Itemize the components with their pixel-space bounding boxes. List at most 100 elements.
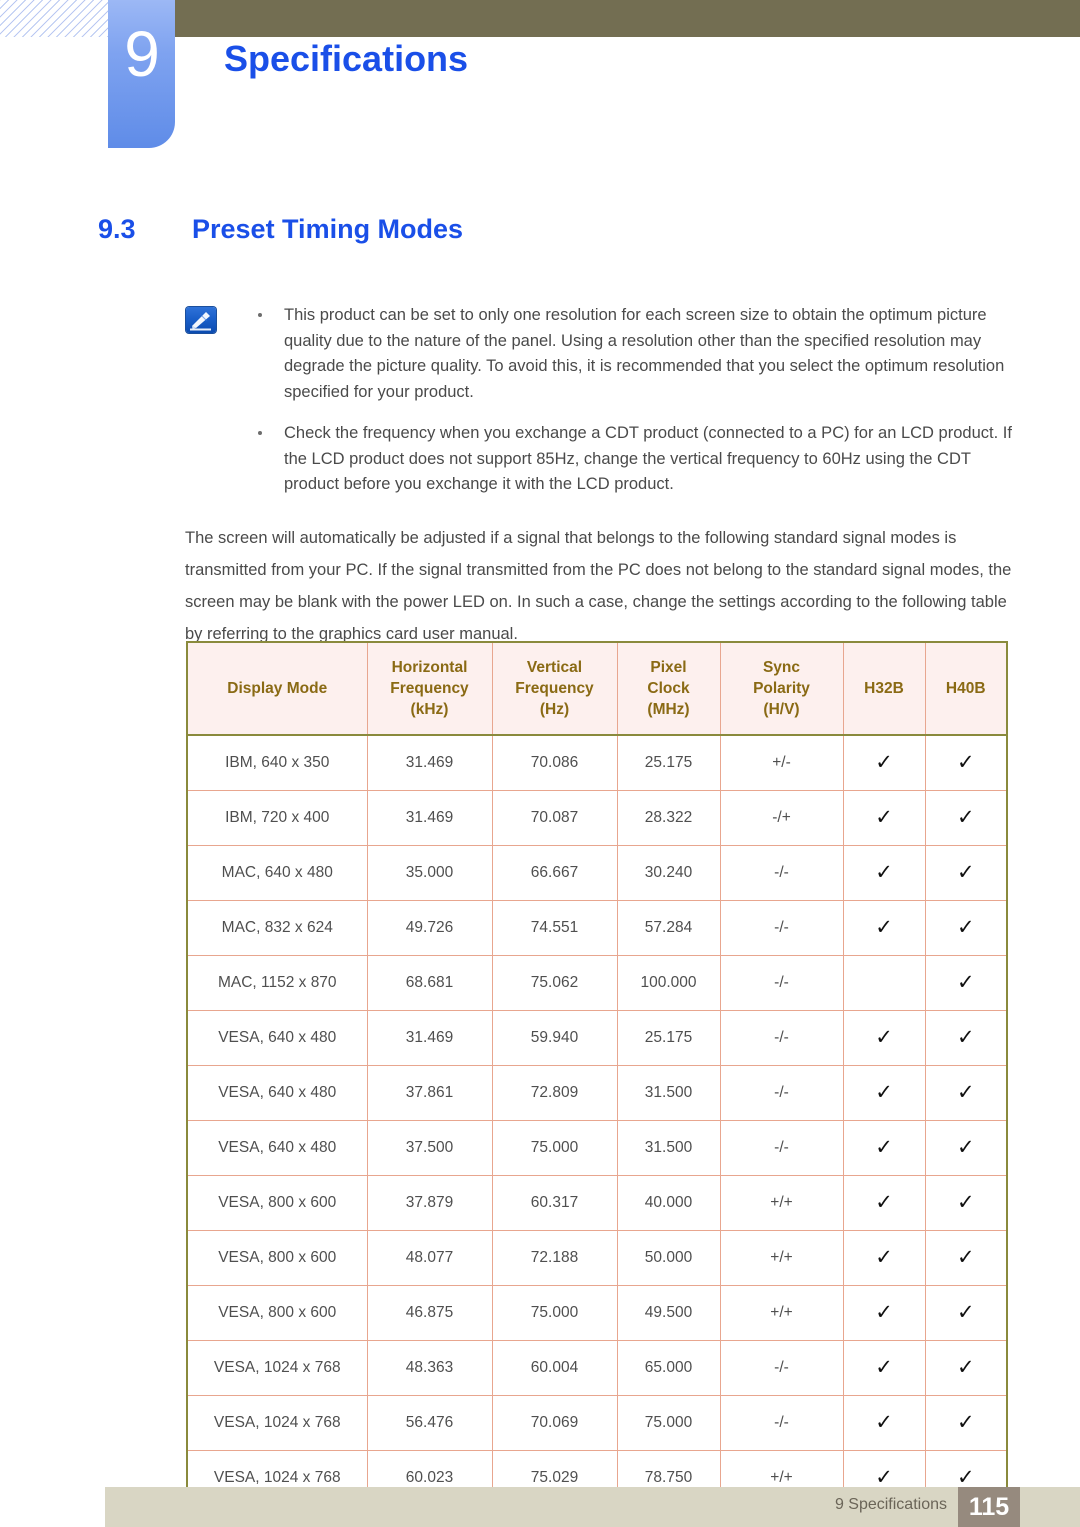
note-block: This product can be set to only one reso… — [186, 303, 1016, 514]
cell-sync-polarity: -/- — [719, 1065, 844, 1121]
table-header: Display Mode Horizontal Frequency (kHz) … — [186, 641, 1008, 736]
cell-h40b: ✓ — [924, 955, 1008, 1011]
cell-h32b: ✓ — [842, 1175, 926, 1231]
cell-h32b: ✓ — [842, 790, 926, 846]
check-icon: ✓ — [956, 1466, 975, 1489]
cell-pixel-clock: 49.500 — [616, 1285, 721, 1341]
table-header-row: Display Mode Horizontal Frequency (kHz) … — [186, 641, 1008, 736]
cell-h32b: ✓ — [842, 1010, 926, 1066]
cell-display-mode: VESA, 800 x 600 — [186, 1230, 368, 1286]
cell-h40b: ✓ — [924, 734, 1008, 791]
check-icon: ✓ — [875, 1191, 893, 1214]
cell-h32b — [842, 955, 926, 1011]
cell-horizontal-frequency: 46.875 — [366, 1285, 493, 1341]
intro-paragraph: The screen will automatically be adjuste… — [185, 528, 1012, 643]
check-icon: ✓ — [956, 1081, 975, 1104]
cell-sync-polarity: -/- — [719, 1010, 844, 1066]
check-icon: ✓ — [956, 806, 975, 829]
cell-display-mode: VESA, 800 x 600 — [186, 1175, 368, 1231]
cell-vertical-frequency: 59.940 — [491, 1010, 618, 1066]
cell-h40b: ✓ — [924, 1230, 1008, 1286]
cell-h32b: ✓ — [842, 1230, 926, 1286]
check-icon: ✓ — [875, 1246, 893, 1269]
header-olive-bar — [175, 0, 1080, 37]
cell-h40b: ✓ — [924, 900, 1008, 956]
section-heading: 9.3 Preset Timing Modes — [98, 214, 463, 245]
cell-h40b: ✓ — [924, 845, 1008, 901]
cell-h40b: ✓ — [924, 1340, 1008, 1396]
cell-horizontal-frequency: 37.500 — [366, 1120, 493, 1176]
cell-h32b: ✓ — [842, 1285, 926, 1341]
check-icon: ✓ — [956, 861, 975, 884]
cell-display-mode: VESA, 640 x 480 — [186, 1010, 368, 1066]
check-icon: ✓ — [875, 916, 893, 939]
check-icon: ✓ — [956, 1136, 975, 1159]
cell-pixel-clock: 40.000 — [616, 1175, 721, 1231]
cell-vertical-frequency: 60.004 — [491, 1340, 618, 1396]
section-title: Preset Timing Modes — [192, 214, 464, 244]
cell-vertical-frequency: 70.086 — [491, 734, 618, 791]
chapter-tab: 9 — [108, 0, 175, 148]
cell-horizontal-frequency: 35.000 — [366, 845, 493, 901]
cell-sync-polarity: -/- — [719, 900, 844, 956]
preset-timing-modes-table: Display Mode Horizontal Frequency (kHz) … — [186, 641, 1008, 1507]
cell-pixel-clock: 31.500 — [616, 1065, 721, 1121]
check-icon: ✓ — [956, 971, 975, 994]
check-icon: ✓ — [956, 916, 975, 939]
cell-vertical-frequency: 60.317 — [491, 1175, 618, 1231]
cell-horizontal-frequency: 48.363 — [366, 1340, 493, 1396]
cell-sync-polarity: +/+ — [719, 1175, 844, 1231]
cell-vertical-frequency: 66.667 — [491, 845, 618, 901]
bullet-dot — [258, 313, 262, 317]
col-header-pixel-clock: Pixel Clock (MHz) — [616, 641, 721, 736]
table-row: VESA, 800 x 600 48.077 72.188 50.000 +/+ ✓ ✓ — [186, 1230, 1008, 1286]
check-icon: ✓ — [956, 1411, 975, 1434]
col-header-h40b: H40B — [924, 641, 1008, 736]
col-header-horizontal-frequency: Horizontal Frequency (kHz) — [366, 641, 493, 736]
note-item: Check the frequency when you exchange a … — [186, 421, 1016, 498]
cell-pixel-clock: 30.240 — [616, 845, 721, 901]
cell-horizontal-frequency: 49.726 — [366, 900, 493, 956]
cell-display-mode: VESA, 640 x 480 — [186, 1065, 368, 1121]
section-number: 9.3 — [98, 214, 136, 244]
cell-vertical-frequency: 75.000 — [491, 1120, 618, 1176]
footer-page-number: 115 — [958, 1487, 1020, 1527]
cell-pixel-clock: 65.000 — [616, 1340, 721, 1396]
cell-vertical-frequency: 70.087 — [491, 790, 618, 846]
col-header-sync-polarity: Sync Polarity (H/V) — [719, 641, 844, 736]
check-icon: ✓ — [875, 1081, 893, 1104]
footer-chapter-label: 9 Specifications — [834, 1496, 947, 1513]
cell-vertical-frequency: 75.062 — [491, 955, 618, 1011]
cell-display-mode: MAC, 832 x 624 — [186, 900, 368, 956]
cell-display-mode: VESA, 800 x 600 — [186, 1285, 368, 1341]
check-icon: ✓ — [875, 861, 893, 884]
table-row: VESA, 640 x 480 37.500 75.000 31.500 -/- ✓ ✓ — [186, 1120, 1008, 1176]
cell-vertical-frequency: 70.069 — [491, 1395, 618, 1451]
cell-display-mode: VESA, 1024 x 768 — [186, 1395, 368, 1451]
cell-h32b: ✓ — [842, 734, 926, 791]
check-icon: ✓ — [875, 1026, 893, 1049]
cell-h40b: ✓ — [924, 1285, 1008, 1341]
note-list: This product can be set to only one reso… — [186, 303, 1016, 498]
check-icon: ✓ — [956, 1356, 975, 1379]
check-icon: ✓ — [956, 751, 975, 774]
cell-h32b: ✓ — [842, 1395, 926, 1451]
cell-horizontal-frequency: 37.879 — [366, 1175, 493, 1231]
cell-h32b: ✓ — [842, 1065, 926, 1121]
cell-h40b: ✓ — [924, 1065, 1008, 1121]
table-row: VESA, 640 x 480 37.861 72.809 31.500 -/- ✓ ✓ — [186, 1065, 1008, 1121]
cell-vertical-frequency: 74.551 — [491, 900, 618, 956]
cell-horizontal-frequency: 37.861 — [366, 1065, 493, 1121]
cell-sync-polarity: -/- — [719, 1340, 844, 1396]
note-item-text: Check the frequency when you exchange a … — [284, 424, 1012, 493]
cell-sync-polarity: -/- — [719, 1120, 844, 1176]
cell-h32b: ✓ — [842, 900, 926, 956]
cell-horizontal-frequency: 68.681 — [366, 955, 493, 1011]
check-icon: ✓ — [956, 1026, 975, 1049]
cell-sync-polarity: -/- — [719, 955, 844, 1011]
cell-display-mode: IBM, 720 x 400 — [186, 790, 368, 846]
check-icon: ✓ — [875, 1301, 893, 1324]
check-icon: ✓ — [956, 1301, 975, 1324]
cell-vertical-frequency: 72.188 — [491, 1230, 618, 1286]
table-row: MAC, 832 x 624 49.726 74.551 57.284 -/- ✓ ✓ — [186, 900, 1008, 956]
